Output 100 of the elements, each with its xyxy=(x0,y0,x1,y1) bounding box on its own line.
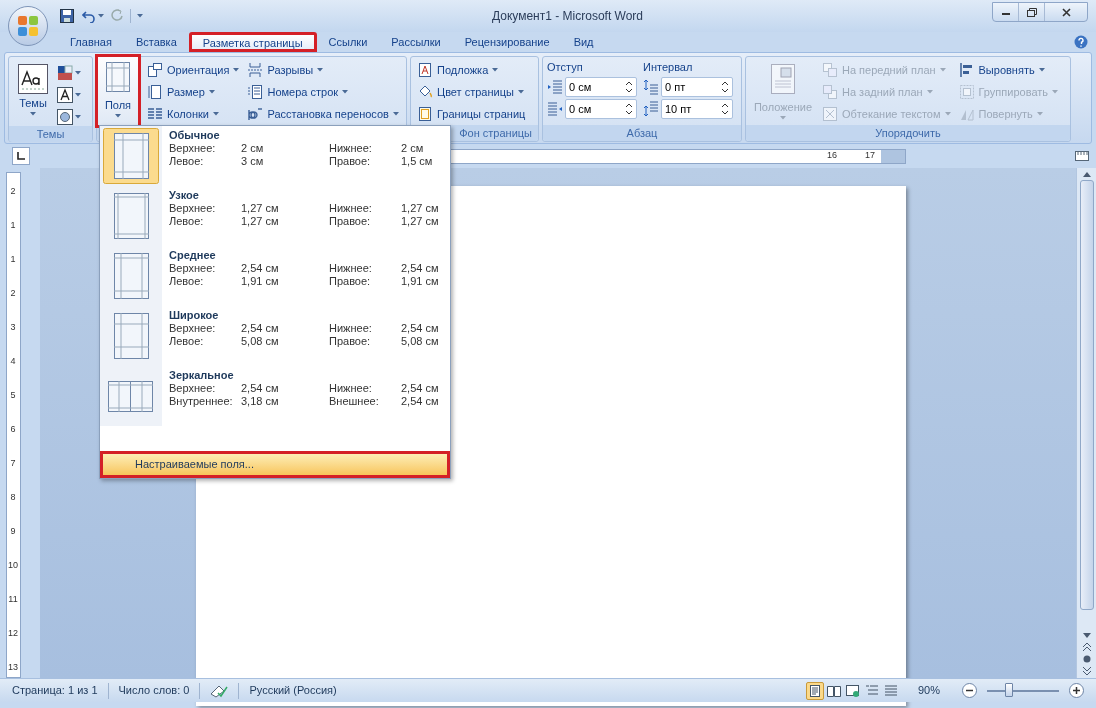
ruler-number: 17 xyxy=(865,149,875,163)
paint-bucket-icon xyxy=(417,84,433,100)
margin-label: Правое: xyxy=(329,215,372,228)
caret-icon xyxy=(1036,112,1043,116)
ribbon-button[interactable]: Подложка xyxy=(415,59,528,81)
ribbon-button[interactable]: Размер xyxy=(145,81,242,103)
zoom-in-button[interactable] xyxy=(1069,683,1084,698)
margin-value: 3,18 см xyxy=(241,395,280,408)
ribbon-button[interactable]: Номера строк xyxy=(245,81,401,103)
margin-option[interactable]: Обычное Верхнее: 2 см Нижнее: 2 см Левое: 3 см Правое: 1,5 см xyxy=(100,126,450,186)
option-name: Обычное xyxy=(169,129,221,142)
ribbon-tab[interactable]: Ссылки xyxy=(316,32,380,52)
caret-icon xyxy=(517,90,524,94)
align-icon xyxy=(958,62,975,78)
zoom-out-button[interactable] xyxy=(962,683,977,698)
circle-icon[interactable] xyxy=(1081,654,1092,664)
office-button[interactable] xyxy=(8,6,48,46)
group-label: Темы xyxy=(36,126,65,142)
stacked-squares-icon xyxy=(822,62,838,78)
theme-option-button[interactable] xyxy=(57,85,81,104)
number-field[interactable]: 0 пт xyxy=(661,77,733,97)
themes-button[interactable]: Темы xyxy=(13,63,53,126)
help-button[interactable] xyxy=(1074,35,1088,49)
ribbon-tab[interactable]: Разметка страницы xyxy=(188,32,317,52)
ruler-number: 13 xyxy=(8,661,18,674)
margin-label: Верхнее: xyxy=(169,382,217,395)
ribbon-button[interactable]: Цвет страницы xyxy=(415,81,528,103)
spinner-icon xyxy=(625,80,633,94)
ribbon-tab[interactable]: Главная xyxy=(58,32,124,52)
margin-value: 3 см xyxy=(241,155,265,168)
ribbon-tab[interactable]: Рецензирование xyxy=(452,32,562,52)
text-wrap-icon xyxy=(822,106,838,122)
margin-value: 5,08 см xyxy=(401,335,439,348)
caret-icon xyxy=(75,114,81,119)
caret-icon xyxy=(1052,90,1059,94)
margin-value: 1,27 см xyxy=(241,215,280,228)
caret-icon xyxy=(492,68,499,72)
ruler-number: 11 xyxy=(8,593,18,606)
section-label: Отступ xyxy=(547,60,584,75)
theme-option-button[interactable] xyxy=(57,63,81,82)
ribbon-button[interactable]: Выровнять xyxy=(956,59,1061,81)
margin-value: 1,91 см xyxy=(401,275,439,288)
margin-option[interactable]: Среднее Верхнее: 2,54 см Нижнее: 2,54 см Левое: 1,91 см Правое: 1,91 см xyxy=(100,246,450,306)
caret-icon xyxy=(926,90,933,94)
number-field[interactable]: 0 см xyxy=(565,77,637,97)
ribbon-button[interactable]: Разрывы xyxy=(245,59,401,81)
scroll-down-arrow-icon[interactable] xyxy=(1081,632,1092,640)
redo-arrow-icon xyxy=(110,9,124,23)
margin-label: Нижнее: xyxy=(329,202,373,215)
option-name: Узкое xyxy=(169,189,200,202)
margin-option[interactable]: Зеркальное Верхнее: 2,54 см Нижнее: 2,54 см Внутреннее: 3,18 см Внешнее: 2,54 см xyxy=(100,366,450,426)
columns-icon xyxy=(147,106,163,122)
ribbon-button[interactable]: Колонки xyxy=(145,103,242,125)
margins-button[interactable]: Поля xyxy=(95,54,141,128)
ruler-number: 1 xyxy=(10,219,16,232)
circle-icon xyxy=(57,108,73,125)
ribbon-tab[interactable]: Вставка xyxy=(123,32,189,52)
scroll-thumb[interactable] xyxy=(1079,180,1094,610)
page-count[interactable]: Страница: 1 из 1 xyxy=(12,682,98,699)
number-field[interactable]: 0 см xyxy=(565,99,637,119)
caret-icon xyxy=(392,112,399,116)
theme-option-button[interactable] xyxy=(57,107,81,126)
view-ruler-button[interactable] xyxy=(1074,148,1090,164)
zoom-slider-thumb[interactable] xyxy=(1004,682,1013,697)
margin-label: Верхнее: xyxy=(169,322,217,335)
margin-label: Левое: xyxy=(169,155,205,168)
hyphen-icon xyxy=(247,106,264,122)
restore-icon xyxy=(1026,7,1037,17)
option-name: Широкое xyxy=(169,309,220,322)
zoom-level[interactable]: 90% xyxy=(918,682,952,699)
margin-option[interactable]: Широкое Верхнее: 2,54 см Нижнее: 2,54 см Левое: 5,08 см Правое: 5,08 см xyxy=(100,306,450,366)
save-button[interactable] xyxy=(58,7,76,25)
margin-value: 2,54 см xyxy=(401,262,439,275)
word-count[interactable]: Число слов: 0 xyxy=(118,682,190,699)
caret-icon xyxy=(30,111,36,116)
custom-margins-button[interactable]: Настраиваемые поля... xyxy=(100,451,450,478)
ribbon-button[interactable]: Ориентация xyxy=(145,59,242,81)
ribbon-tab[interactable]: Рассылки xyxy=(379,32,453,52)
scroll-up-arrow-icon[interactable] xyxy=(1081,170,1092,178)
caret-icon xyxy=(98,14,104,18)
spell-check-icon[interactable] xyxy=(210,683,229,698)
margin-option[interactable]: Узкое Верхнее: 1,27 см Нижнее: 1,27 см Левое: 1,27 см Правое: 1,27 см xyxy=(100,186,450,246)
indent-icon xyxy=(547,101,563,117)
page-icon xyxy=(147,84,163,100)
margin-label: Верхнее: xyxy=(169,202,217,215)
tab-selector-button[interactable] xyxy=(12,147,30,165)
double-up-arrow-icon[interactable] xyxy=(1081,642,1092,652)
option-name: Зеркальное xyxy=(169,369,235,382)
ribbon-button[interactable]: Границы страниц xyxy=(415,103,528,125)
caret-icon xyxy=(115,113,121,118)
ribbon-button[interactable]: Расстановка переносов xyxy=(245,103,401,125)
ruler-number: 2 xyxy=(10,287,16,300)
margin-value: 1,27 см xyxy=(241,202,280,215)
section-label: Интервал xyxy=(643,60,694,75)
language-indicator[interactable]: Русский (Россия) xyxy=(249,682,337,699)
ribbon-tab[interactable]: Вид xyxy=(561,32,606,52)
margin-label: Нижнее: xyxy=(329,142,373,155)
number-field[interactable]: 10 пт xyxy=(661,99,733,119)
margin-value: 5,08 см xyxy=(241,335,280,348)
double-down-arrow-icon[interactable] xyxy=(1081,666,1092,676)
